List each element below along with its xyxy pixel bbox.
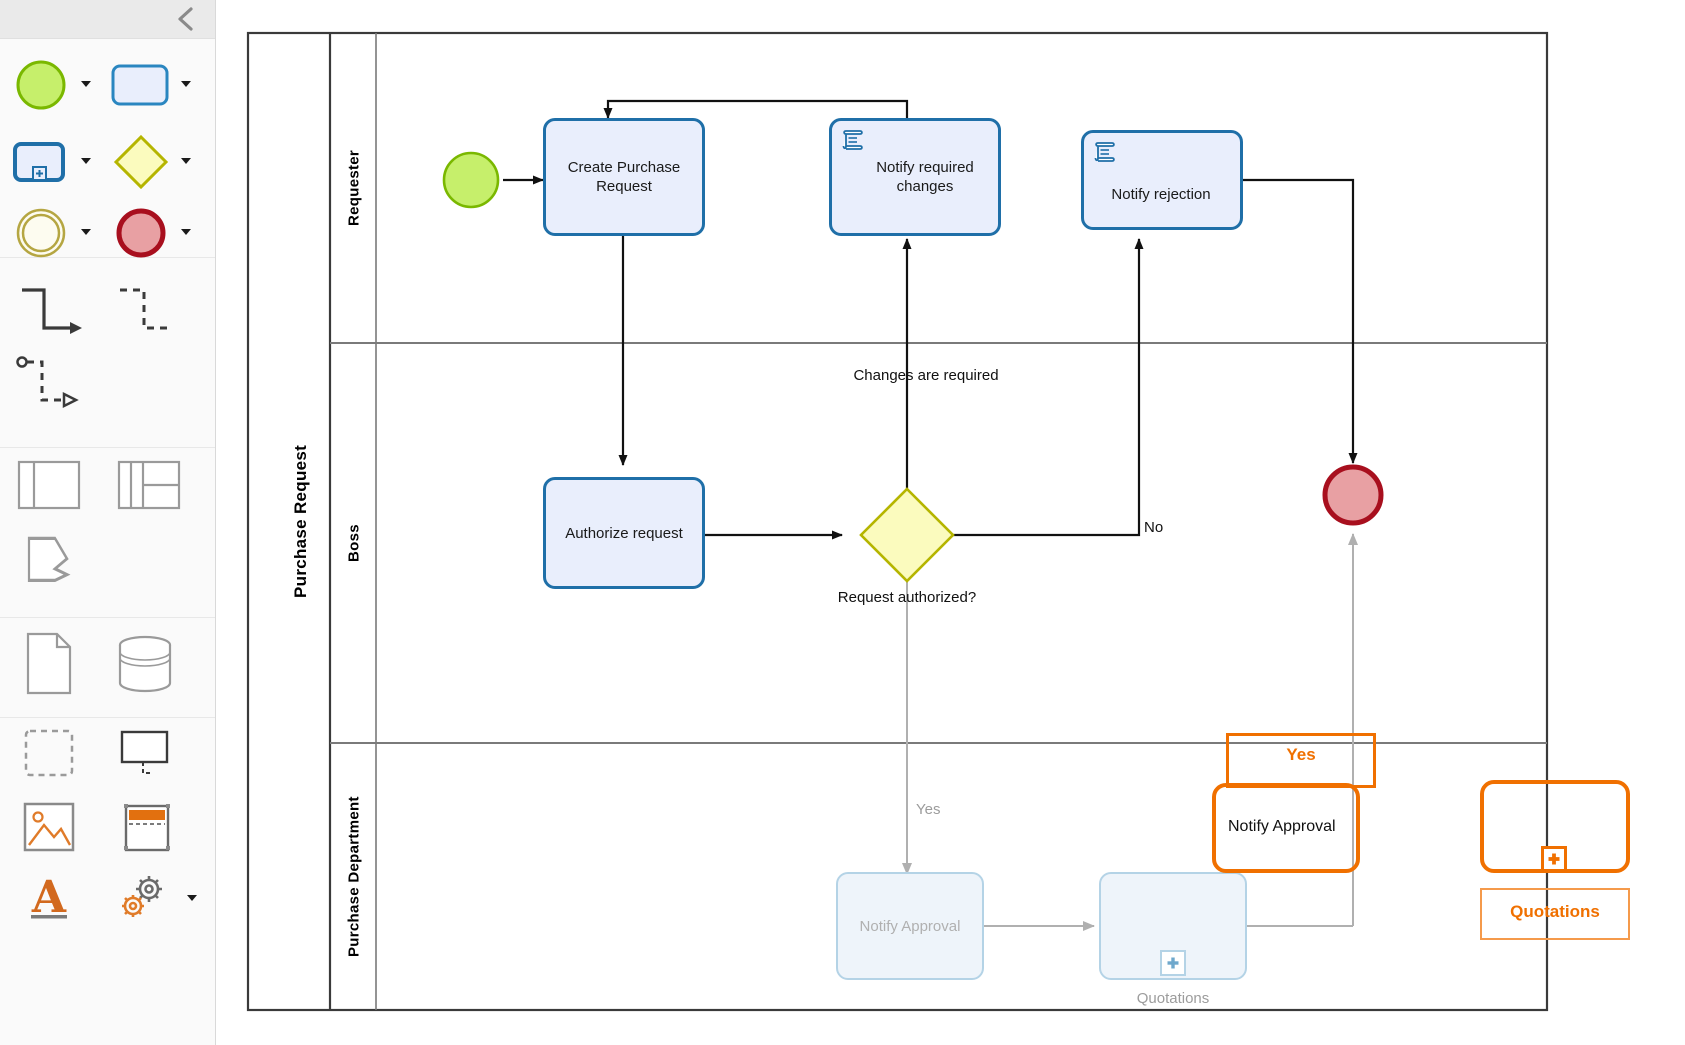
ghost-task-caption-quotations: Quotations — [1136, 990, 1210, 1007]
task-authorize-request[interactable]: Authorize request — [543, 477, 705, 589]
drag-text-notify-approval: Notify Approval — [1228, 818, 1336, 835]
drag-text-yes: Yes — [1286, 745, 1316, 764]
start-event — [442, 151, 500, 209]
task-create-purchase-request[interactable]: Create Purchase Request — [543, 118, 705, 236]
gears-settings-icon[interactable] — [108, 868, 178, 926]
start-event-circle-icon[interactable] — [10, 54, 72, 116]
task-rounded-rect-icon[interactable] — [110, 54, 172, 116]
task-notify-rejection[interactable]: Notify rejection — [1081, 130, 1243, 230]
flow-label-no: No — [1144, 518, 1163, 537]
script-task-icon — [841, 129, 865, 151]
ghost-expand-plus-icon[interactable] — [1160, 950, 1186, 976]
palette-group-annotations-media: A — [0, 718, 215, 928]
gateway-label-request-authorized: Request authorized? — [817, 588, 997, 607]
flow-label-text: Changes are required — [853, 367, 999, 384]
drag-text-quotations: Quotations — [1510, 902, 1600, 921]
subprocess-dropdown-caret-icon[interactable] — [80, 155, 92, 167]
intermediate-event-dropdown-caret-icon[interactable] — [80, 226, 92, 238]
flow-label-text: Yes — [916, 801, 941, 818]
ghost-task-notify-approval[interactable]: Notify Approval — [836, 872, 984, 980]
flow-label-changes-required: Changes are required — [836, 366, 1016, 385]
gears-dropdown-caret-icon[interactable] — [186, 892, 198, 904]
end-event — [1322, 464, 1384, 526]
gateway-dropdown-caret-icon[interactable] — [180, 155, 192, 167]
intermediate-event-double-circle-icon[interactable] — [10, 202, 72, 264]
dashed-connector-icon[interactable] — [114, 282, 184, 344]
task-label: Notify required changes — [876, 159, 974, 195]
task-label: Authorize request — [565, 524, 683, 542]
end-event-circle-icon[interactable] — [110, 202, 172, 264]
image-placeholder-icon[interactable] — [14, 796, 84, 858]
flow-label-text: No — [1144, 519, 1164, 536]
palette-group-pools-lanes — [0, 448, 215, 618]
gateway-diamond-icon[interactable] — [110, 131, 172, 193]
palette-group-data — [0, 618, 215, 718]
lane-label-boss: Boss — [345, 524, 363, 562]
text-annotation-callout-icon[interactable] — [112, 724, 182, 784]
drag-expand-plus-icon[interactable] — [1541, 846, 1567, 872]
text-tool-a-icon[interactable]: A — [14, 868, 84, 926]
end-event-dropdown-caret-icon[interactable] — [180, 226, 192, 238]
sequence-flow-connector-icon[interactable] — [14, 282, 84, 344]
task-notify-required-changes[interactable]: Notify required changes — [829, 118, 1001, 236]
shape-palette-sidebar: A — [0, 0, 216, 1045]
ghost-task-label: Notify Approval — [859, 917, 961, 935]
task-dropdown-caret-icon[interactable] — [180, 78, 192, 90]
start-event-dropdown-caret-icon[interactable] — [80, 78, 92, 90]
flow-label-yes-ghost: Yes — [916, 800, 940, 819]
palette-group-events-activities — [0, 38, 215, 258]
lane-label-requester: Requester — [345, 149, 363, 227]
table-icon[interactable] — [112, 796, 182, 858]
lane-label-purchase-department: Purchase Department — [345, 796, 363, 957]
data-object-icon[interactable] — [14, 524, 84, 584]
diagram-canvas[interactable]: Purchase Request Requester Boss Purchase… — [216, 0, 1685, 1045]
dashed-group-box-icon[interactable] — [14, 724, 84, 784]
gateway-label-text: Request authorized? — [837, 589, 977, 606]
pool-icon[interactable] — [14, 456, 84, 514]
document-page-icon[interactable] — [14, 628, 84, 700]
task-label: Create Purchase Request — [567, 159, 681, 195]
subprocess-expanded-icon[interactable] — [10, 131, 72, 193]
pool-label: Purchase Request — [291, 444, 310, 599]
task-label: Notify rejection — [1111, 185, 1211, 203]
data-store-cylinder-icon[interactable] — [110, 628, 180, 700]
script-task-icon — [1093, 141, 1117, 163]
lane-grid-icon[interactable] — [114, 456, 184, 514]
sidebar-header — [0, 0, 215, 39]
chevron-left-icon[interactable] — [171, 4, 201, 34]
palette-group-connectors — [0, 278, 215, 448]
message-flow-connector-icon[interactable] — [14, 352, 84, 414]
